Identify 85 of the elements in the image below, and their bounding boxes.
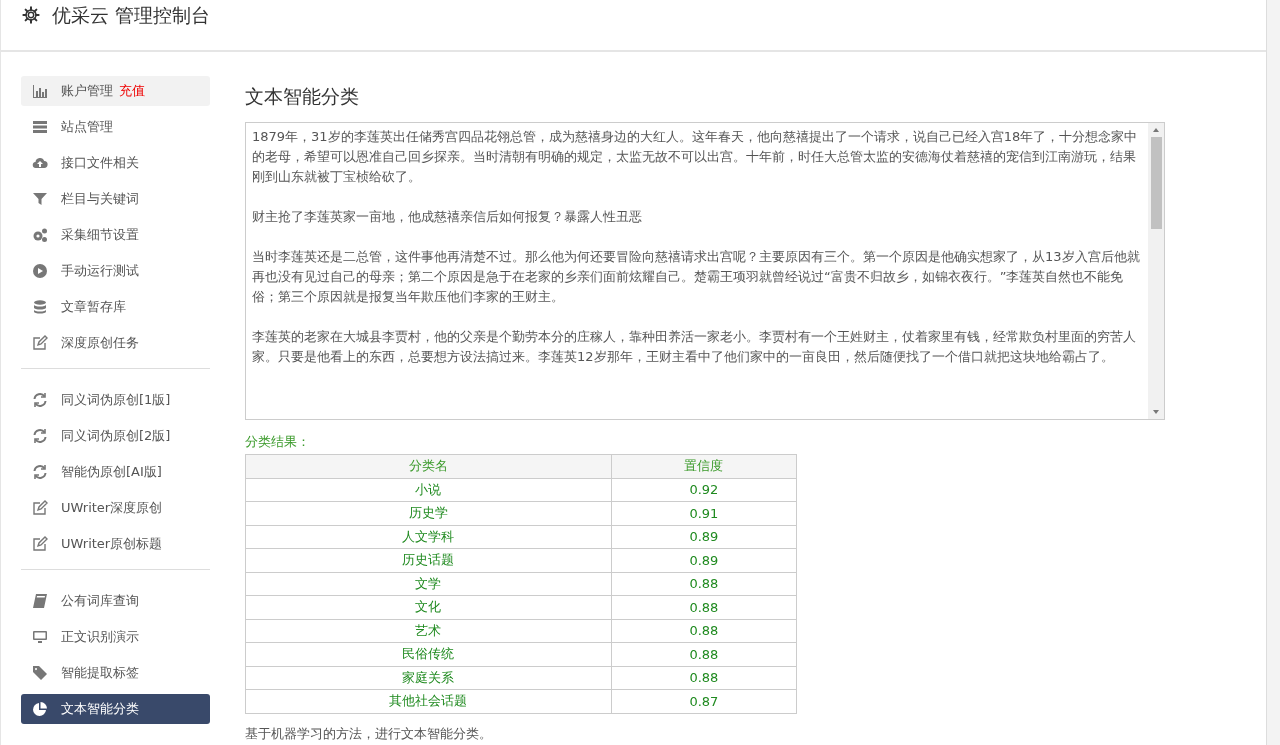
sidebar-item[interactable]: 采集细节设置: [21, 220, 210, 250]
sidebar-item[interactable]: 接口文件相关: [21, 148, 210, 178]
sidebar-item[interactable]: 公有词库查询: [21, 586, 210, 616]
item-label: UWriter原创标题: [61, 535, 163, 553]
sidebar-item[interactable]: 站点管理: [21, 112, 210, 142]
column-header: 置信度: [611, 454, 797, 478]
item-label: 接口文件相关: [61, 154, 139, 172]
play-icon: [32, 263, 48, 279]
item-label: 深度原创任务: [61, 334, 139, 352]
sidebar-item[interactable]: 文章暂存库: [21, 292, 210, 322]
scrollbar-thumb[interactable]: [1150, 137, 1162, 229]
scroll-down-icon[interactable]: [1152, 408, 1160, 416]
settings-icon: [22, 6, 40, 24]
sidebar-item[interactable]: 正文识别演示: [21, 622, 210, 652]
sidebar-item[interactable]: 文本智能分类: [21, 694, 210, 724]
table-cell: 0.88: [611, 666, 797, 690]
item-label: 账户管理: [61, 82, 113, 100]
server-icon: [32, 119, 48, 135]
recharge-link[interactable]: 充值: [119, 82, 145, 100]
item-label: 站点管理: [61, 118, 113, 136]
sidebar-item[interactable]: 同义词伪原创[1版]: [21, 385, 210, 415]
sidebar-item[interactable]: 智能伪原创[AI版]: [21, 457, 210, 487]
sidebar-item[interactable]: UWriter深度原创: [21, 493, 210, 523]
sidebar-item[interactable]: 同义词伪原创[2版]: [21, 421, 210, 451]
sidebar-item[interactable]: 智能提取标签: [21, 658, 210, 688]
item-label: UWriter深度原创: [61, 499, 163, 517]
item-label: 手动运行测试: [61, 262, 139, 280]
scrollbar[interactable]: [1148, 123, 1164, 419]
sidebar-item[interactable]: 账户管理 充值: [21, 76, 210, 106]
sidebar-item[interactable]: 手动运行测试: [21, 256, 210, 286]
sidebar-item[interactable]: 栏目与关键词: [21, 184, 210, 214]
table-cell: 小说: [245, 478, 612, 502]
edit-icon: [32, 335, 48, 351]
table-cell: 民俗传统: [245, 642, 612, 666]
refresh-icon: [32, 428, 48, 444]
item-label: 采集细节设置: [61, 226, 139, 244]
edit-icon: [32, 536, 48, 552]
item-label: 公有词库查询: [61, 592, 139, 610]
pie-icon: [32, 701, 48, 717]
chart-icon: [32, 83, 48, 99]
item-label: 智能提取标签: [61, 664, 139, 682]
item-label: 同义词伪原创[1版]: [61, 391, 171, 409]
table-cell: 0.88: [611, 619, 797, 643]
tag-icon: [32, 665, 48, 681]
table-cell: 文化: [245, 595, 612, 619]
item-label: 栏目与关键词: [61, 190, 139, 208]
table-cell: 0.89: [611, 525, 797, 549]
item-label: 正文识别演示: [61, 628, 139, 646]
page-scrollbar[interactable]: [1266, 0, 1280, 745]
table-cell: 0.91: [611, 501, 797, 525]
table-cell: 历史学: [245, 501, 612, 525]
column-header: 分类名: [245, 454, 612, 478]
item-label: 同义词伪原创[2版]: [61, 427, 171, 445]
result-label: 分类结果：: [245, 434, 311, 451]
gears-icon: [32, 227, 48, 243]
text-area[interactable]: 1879年，31岁的李莲英出任储秀宫四品花翎总管，成为慈禧身边的大红人。这年春天，他向慈禧提出了一个请求，说自己已经入宫18年了，十分想念家中的老母，希望可以恩准自己回乡探亲。当时清朝有明确的规定，太监无故不可以出宫。十年前，时任大总管太监的安德海仗着慈禧的宠信到江南游玩，结果刚到山东就被丁宝桢给砍了。 财主抢了李莲英家一亩地，他成慈禧亲信后如何报复？暴露人性丑恶 当时李莲英还是二总管，这件事他再清楚不过。那么他为何还要冒险向慈禧请求出宫呢？主要原因有三个。第一个原因是他确实想家了，从13岁入宫后他就再也没有见过自己的母亲；第二个原因是急于在老家的乡亲们面前炫耀自己。楚霸王项羽就曾经说过“富贵不归故乡，如锦衣夜行。”李莲英自然也不能免俗；第三个原因就是报复当年欺压他们李家的王财主。 李莲英的老家在大城县李贾村，他的父亲是个勤劳本分的庄稼人，靠种田养活一家老小。李贾村有一个王姓财主，仗着家里有钱，经常欺负村里面的穷苦人家。只要是他看上的东西，总要想方设法搞过来。李莲英12岁那年，王财主看中了他们家中的一亩良田，然后随便找了一个借口就把这块地给霸占了。: [245, 122, 1165, 420]
item-label: 智能伪原创[AI版]: [61, 463, 162, 481]
description-text: 基于机器学习的方法，进行文本智能分类。: [245, 725, 493, 743]
monitor-icon: [32, 629, 48, 645]
scroll-up-icon[interactable]: [1152, 126, 1160, 134]
table-cell: 艺术: [245, 619, 612, 643]
table-cell: 历史话题: [245, 548, 612, 572]
table-cell: 0.88: [611, 595, 797, 619]
item-label: 文章暂存库: [61, 298, 126, 316]
table-cell: 0.88: [611, 572, 797, 596]
table-cell: 0.88: [611, 642, 797, 666]
table-cell: 0.89: [611, 548, 797, 572]
table-cell: 文学: [245, 572, 612, 596]
table-cell: 0.92: [611, 478, 797, 502]
db-icon: [32, 299, 48, 315]
sidebar-item[interactable]: 深度原创任务: [21, 328, 210, 358]
table-cell: 0.87: [611, 689, 797, 713]
edit-icon: [32, 500, 48, 516]
app-title: 优采云 管理控制台: [52, 3, 211, 28]
page-title: 文本智能分类: [245, 84, 360, 109]
sidebar-item[interactable]: UWriter原创标题: [21, 529, 210, 559]
refresh-icon: [32, 464, 48, 480]
table-cell: 人文学科: [245, 525, 612, 549]
cloud-icon: [32, 155, 48, 171]
item-label: 文本智能分类: [61, 700, 139, 718]
refresh-icon: [32, 392, 48, 408]
table-cell: 家庭关系: [245, 666, 612, 690]
table-cell: 其他社会话题: [245, 689, 612, 713]
filter-icon: [32, 191, 48, 207]
book-icon: [32, 593, 48, 609]
